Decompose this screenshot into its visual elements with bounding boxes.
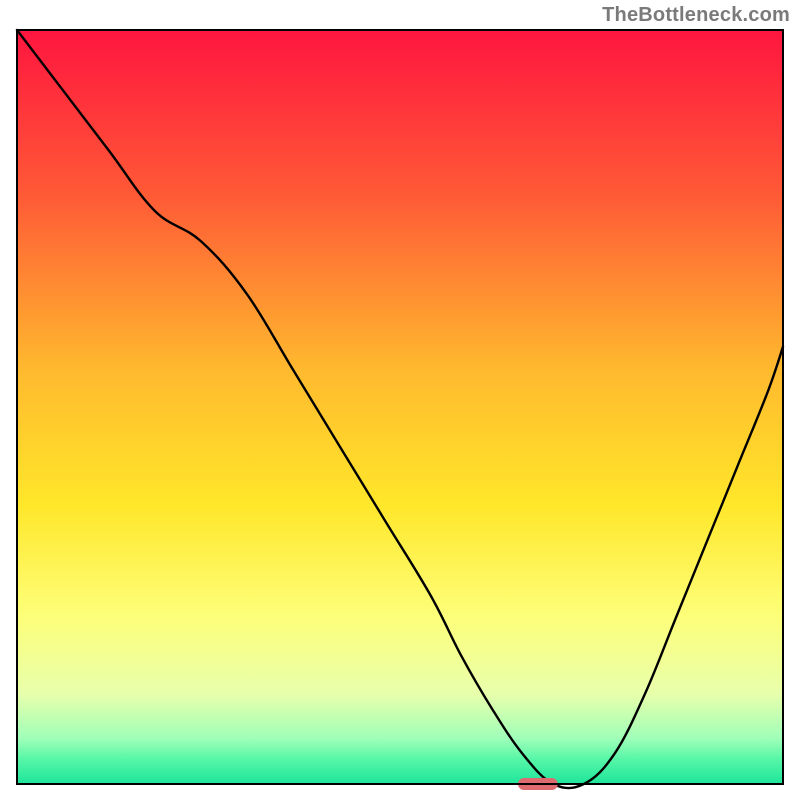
bottleneck-chart	[0, 0, 800, 800]
chart-wrapper: TheBottleneck.com	[0, 0, 800, 800]
chart-background	[17, 30, 783, 784]
